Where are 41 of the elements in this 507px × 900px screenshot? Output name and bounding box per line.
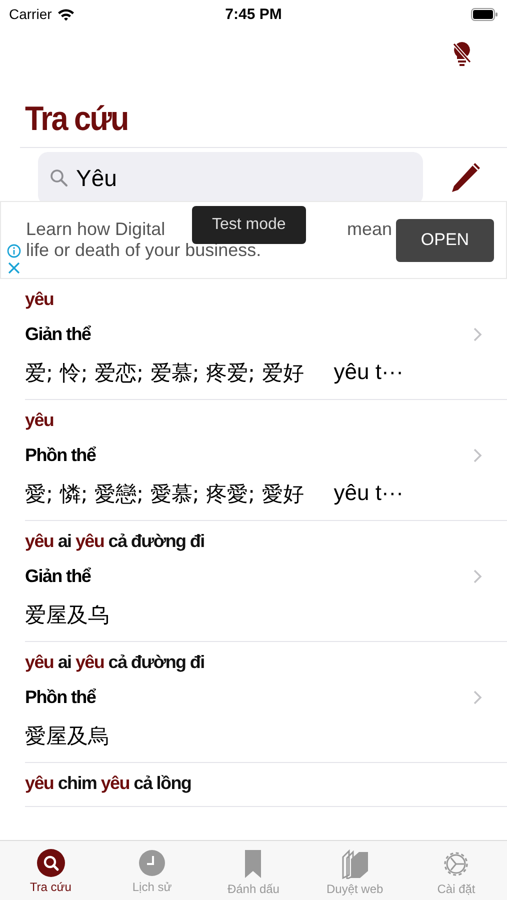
tab-item[interactable]: Duyệt web <box>310 849 400 900</box>
headword: yêu chim yêu cả lồng <box>25 773 192 794</box>
ad-text: mean <box>346 219 392 240</box>
script-label: Phồn thể <box>25 445 96 466</box>
page-title: Tra cứu <box>25 100 128 139</box>
chevron-right-icon[interactable] <box>473 327 482 342</box>
headword: yêu <box>25 289 54 310</box>
tab-item[interactable]: Tra cứu <box>6 849 96 900</box>
headword: yêu ai yêu cả đường đi <box>25 652 204 673</box>
chinese-text: 爱屋及乌 <box>25 602 109 629</box>
definition-text: yêu t··· <box>334 359 404 386</box>
clock-icon <box>138 849 166 877</box>
tab-item[interactable]: Lịch sử <box>107 849 198 900</box>
script-label: Giản thể <box>25 324 91 345</box>
chinese-text: 愛; 憐; 愛戀; 愛慕; 疼愛; 愛好 <box>25 481 304 508</box>
chinese-text: 爱; 怜; 爱恋; 爱慕; 疼爱; 爱好 <box>25 360 304 387</box>
search-icon <box>50 169 68 187</box>
chevron-right-icon[interactable] <box>473 448 482 463</box>
tab-item[interactable]: Đánh dấu <box>208 849 298 900</box>
bookmark-icon <box>243 849 264 879</box>
open-button[interactable]: OPEN <box>396 218 494 262</box>
chinese-text: 愛屋及烏 <box>25 723 109 750</box>
script-label: Phồn thể <box>25 687 96 708</box>
carrier-label: Carrier <box>9 6 52 22</box>
wifi-icon <box>56 8 75 20</box>
chevron-right-icon[interactable] <box>473 690 482 705</box>
script-label: Giản thể <box>25 566 91 587</box>
search-icon <box>36 849 65 877</box>
books-icon <box>340 849 370 879</box>
headword: yêu <box>25 410 54 431</box>
clock-time: 7:45 PM <box>225 6 282 22</box>
lightbulb-off-icon[interactable] <box>451 41 473 67</box>
close-icon[interactable] <box>8 262 20 274</box>
chevron-right-icon[interactable] <box>473 569 482 584</box>
tab-item[interactable]: Cài đặt <box>411 849 502 900</box>
battery-icon <box>470 8 498 20</box>
definition-text: yêu t··· <box>334 480 404 507</box>
headword: yêu ai yêu cả đường đi <box>25 531 204 552</box>
info-icon[interactable] <box>6 244 20 258</box>
test-mode-tooltip: Test mode <box>192 206 306 244</box>
ad-text: Learn how Digital <box>26 219 166 240</box>
